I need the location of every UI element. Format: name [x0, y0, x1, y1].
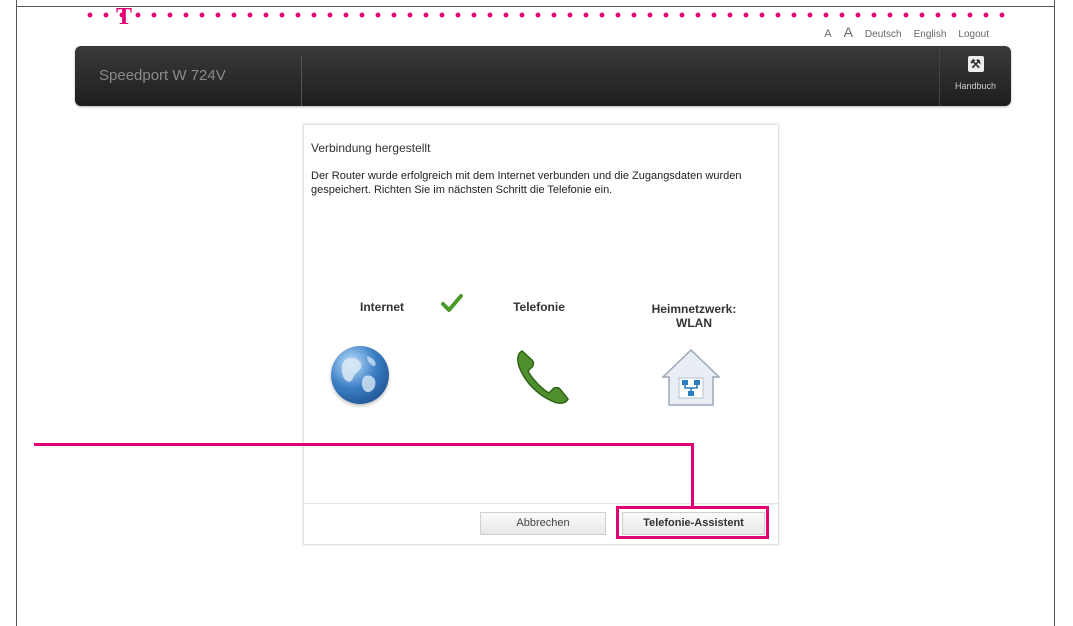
globe-icon: [331, 346, 389, 404]
cancel-button[interactable]: Abbrechen: [480, 512, 606, 535]
logout-link[interactable]: Logout: [958, 29, 989, 40]
panel-title: Verbindung hergestellt: [311, 141, 431, 155]
language-english-link[interactable]: English: [914, 29, 947, 40]
topbar-divider: [301, 56, 302, 106]
window-top-border: [16, 0, 1055, 7]
panel-footer-divider: [304, 503, 778, 504]
top-navigation-bar: Speedport W 724V ⚒ Handbuch: [75, 46, 1011, 106]
wrench-icon: ⚒: [967, 56, 984, 72]
home-network-icon: [661, 348, 721, 406]
highlight-box: [616, 506, 769, 539]
step-internet-label: Internet: [359, 300, 404, 314]
handbuch-label: Handbuch: [954, 81, 997, 91]
phone-icon: [517, 350, 569, 404]
callout-line-vertical: [691, 443, 694, 507]
step-heimnetzwerk-line1: Heimnetzwerk:: [651, 302, 737, 316]
font-size-small-button[interactable]: A: [824, 28, 831, 40]
step-telefonie-label: Telefonie: [513, 300, 565, 314]
step-heimnetzwerk-label: Heimnetzwerk: WLAN: [634, 302, 754, 330]
handbuch-button[interactable]: ⚒ Handbuch: [939, 46, 1011, 106]
font-size-large-button[interactable]: A: [844, 24, 853, 40]
wizard-panel: Verbindung hergestellt Der Router wurde …: [303, 124, 779, 545]
header-links: A A Deutsch English Logout: [824, 24, 989, 40]
callout-line-horizontal: [34, 443, 694, 446]
router-name: Speedport W 724V: [99, 67, 226, 84]
language-deutsch-link[interactable]: Deutsch: [865, 29, 902, 40]
step-heimnetzwerk-line2: WLAN: [676, 316, 712, 330]
checkmark-icon: [441, 294, 463, 312]
brand-dot-line: [82, 12, 1007, 18]
telekom-logo: T: [116, 4, 133, 30]
panel-description: Der Router wurde erfolgreich mit dem Int…: [311, 170, 742, 196]
